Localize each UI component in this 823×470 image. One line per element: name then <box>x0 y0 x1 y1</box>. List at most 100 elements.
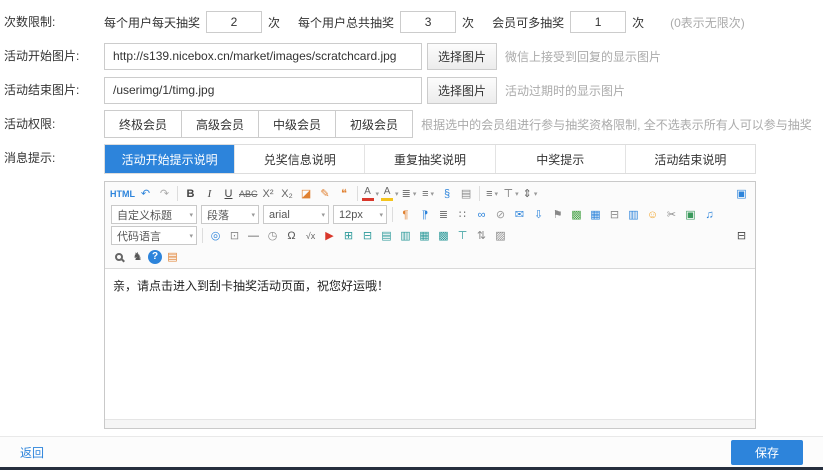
insert-image-icon[interactable]: ▣ <box>682 206 699 223</box>
snippet-icon[interactable]: ⊡ <box>226 227 243 244</box>
music-icon[interactable]: ♫ <box>701 206 718 223</box>
table-background-icon[interactable]: ▨ <box>492 227 509 244</box>
unordered-list-icon[interactable]: ≡▾ <box>420 185 437 202</box>
sort-icon[interactable]: ⇅ <box>473 227 490 244</box>
help-icon[interactable]: ? <box>148 250 162 264</box>
underline-icon[interactable]: U <box>220 185 237 202</box>
permission-hint: 根据选中的会员组进行参与抽奖资格限制, 全不选表示所有人可以参与抽奖 <box>421 116 812 133</box>
message-tab-4[interactable]: 中奖提示 <box>496 145 626 173</box>
undo-icon[interactable]: ↶ <box>137 185 154 202</box>
table-header-icon[interactable]: ⊤ <box>454 227 471 244</box>
background-color-icon[interactable]: A▾ <box>381 185 399 202</box>
font-size-dropdown[interactable]: 12px▾ <box>333 205 387 224</box>
editor-toolbar-row-3: 代码语言▾◎⊡—◷Ω√x▶⊞⊟▤▥▦▩⊤⇅▨⊟ <box>107 225 753 246</box>
toolbar-separator <box>357 186 358 201</box>
horizontal-rule-icon[interactable]: — <box>245 227 262 244</box>
member-option-1[interactable]: 终极会员 <box>104 110 182 138</box>
ordered-list-icon[interactable]: ≣▾ <box>401 185 418 202</box>
custom-title-dropdown[interactable]: 自定义标题▾ <box>111 205 197 224</box>
email-icon[interactable]: ✉ <box>511 206 528 223</box>
drafts-icon[interactable]: ▤ <box>164 248 181 265</box>
search-replace-icon[interactable] <box>110 248 127 265</box>
paragraph-dropdown[interactable]: 段落▾ <box>201 205 259 224</box>
format-painter-icon[interactable]: ✎ <box>317 185 334 202</box>
video-icon[interactable]: ▶ <box>321 227 338 244</box>
save-button[interactable]: 保存 <box>731 440 803 465</box>
formula-icon[interactable]: √x <box>302 227 319 244</box>
italic-icon[interactable]: I <box>201 185 218 202</box>
message-tab-1[interactable]: 活动开始提示说明 <box>105 145 235 173</box>
map-icon[interactable]: ▩ <box>568 206 585 223</box>
line-height-icon[interactable]: ⇕▾ <box>522 185 539 202</box>
flag-icon[interactable]: ⚑ <box>549 206 566 223</box>
template-icon[interactable]: ▥ <box>625 206 642 223</box>
blockquote-icon[interactable]: ❝ <box>336 185 353 202</box>
extra-input[interactable] <box>570 11 626 33</box>
date-time-icon[interactable]: ◷ <box>264 227 281 244</box>
member-option-2[interactable]: 高级会员 <box>181 110 259 138</box>
chart-icon[interactable]: ▦ <box>587 206 604 223</box>
paragraph-ltr-icon[interactable]: ¶ <box>397 206 414 223</box>
insert-frame-icon[interactable]: ▤ <box>458 185 475 202</box>
special-char-icon[interactable]: Ω <box>283 227 300 244</box>
editor-toolbar-row-2: 自定义标题▾段落▾arial▾12px▾¶¶≣∷∞⊘✉⇩⚑▩▦⊟▥☺✂▣♫ <box>107 204 753 225</box>
total-input[interactable] <box>400 11 456 33</box>
table-insert-icon[interactable]: ⊞ <box>340 227 357 244</box>
font-family-dropdown[interactable]: arial▾ <box>263 205 329 224</box>
align-icon[interactable]: ≡▾ <box>484 185 501 202</box>
per-day-unit: 次 <box>268 14 280 31</box>
anchor-icon[interactable]: § <box>439 185 456 202</box>
insert-code-icon[interactable]: ◎ <box>207 227 224 244</box>
back-link[interactable]: 返回 <box>20 444 44 461</box>
per-day-input[interactable] <box>206 11 262 33</box>
toolbar-separator <box>202 228 203 243</box>
download-icon[interactable]: ⇩ <box>530 206 547 223</box>
font-color-icon[interactable]: A▾ <box>362 185 380 202</box>
permission-row: 活动权限: 终极会员高级会员中级会员初级会员 根据选中的会员组进行参与抽奖资格限… <box>4 110 823 138</box>
emotion-icon[interactable]: ☺ <box>644 206 661 223</box>
auto-typeset-icon[interactable]: ∷ <box>454 206 471 223</box>
superscript-icon[interactable]: X² <box>260 185 277 202</box>
subscript-icon[interactable]: X₂ <box>279 185 296 202</box>
member-option-4[interactable]: 初级会员 <box>335 110 413 138</box>
page-break-icon[interactable]: ⊟ <box>606 206 623 223</box>
member-option-3[interactable]: 中级会员 <box>258 110 336 138</box>
print-icon[interactable]: ⊟ <box>733 227 750 244</box>
start-image-input[interactable] <box>104 43 422 70</box>
merge-cells-icon[interactable]: ▦ <box>416 227 433 244</box>
html-source-icon[interactable]: HTML <box>110 185 135 202</box>
editor-resize-bar[interactable] <box>105 419 755 428</box>
justify-icon[interactable]: ≣ <box>435 206 452 223</box>
code-language-dropdown[interactable]: 代码语言▾ <box>111 226 197 245</box>
preview-icon[interactable]: ♞ <box>129 248 146 265</box>
redo-icon[interactable]: ↷ <box>156 185 173 202</box>
paragraph-rtl-icon[interactable]: ¶ <box>416 206 433 223</box>
float-icon[interactable]: ⊤▾ <box>503 185 520 202</box>
message-tab-5[interactable]: 活动结束说明 <box>626 145 755 173</box>
end-image-pick-button[interactable]: 选择图片 <box>427 77 497 104</box>
toolbar-separator <box>392 207 393 222</box>
strikethrough-icon[interactable]: ABC <box>239 185 258 202</box>
bold-icon[interactable]: B <box>182 185 199 202</box>
row-insert-icon[interactable]: ▤ <box>378 227 395 244</box>
message-tab-bar: 活动开始提示说明兑奖信息说明重复抽奖说明中奖提示活动结束说明 <box>104 144 756 174</box>
editor-toolbar-row-4: ♞?▤ <box>107 246 753 267</box>
editor-body[interactable]: 亲，请点击进入到刮卡抽奖活动页面，祝您好运哦！ <box>105 269 755 419</box>
col-insert-icon[interactable]: ▥ <box>397 227 414 244</box>
message-tab-3[interactable]: 重复抽奖说明 <box>365 145 495 173</box>
end-image-input[interactable] <box>104 77 422 104</box>
per-day-label: 每个用户每天抽奖 <box>104 14 200 31</box>
start-image-pick-button[interactable]: 选择图片 <box>427 43 497 70</box>
extra-unit: 次 <box>632 14 644 31</box>
table-delete-icon[interactable]: ⊟ <box>359 227 376 244</box>
message-tab-2[interactable]: 兑奖信息说明 <box>235 145 365 173</box>
link-icon[interactable]: ∞ <box>473 206 490 223</box>
total-label: 每个用户总共抽奖 <box>298 14 394 31</box>
split-cells-icon[interactable]: ▩ <box>435 227 452 244</box>
unlink-icon[interactable]: ⊘ <box>492 206 509 223</box>
total-unit: 次 <box>462 14 474 31</box>
screenshot-icon[interactable]: ✂ <box>663 206 680 223</box>
remove-format-icon[interactable]: ◪ <box>298 185 315 202</box>
fullscreen-icon[interactable]: ▣ <box>733 185 750 202</box>
message-row: 消息提示: 活动开始提示说明兑奖信息说明重复抽奖说明中奖提示活动结束说明 HTM… <box>4 144 823 429</box>
